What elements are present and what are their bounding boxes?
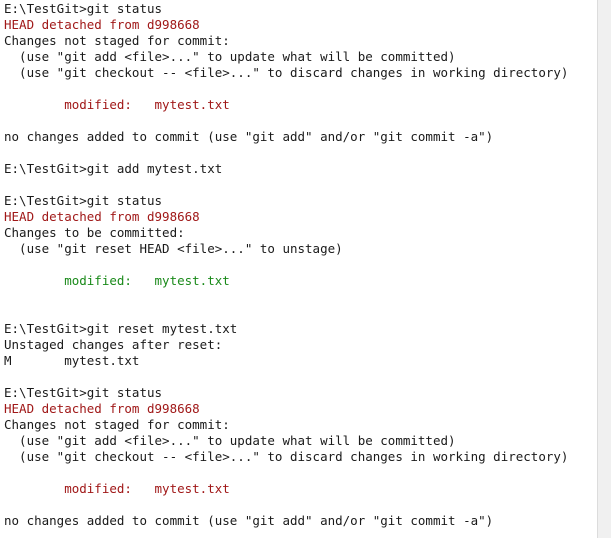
status-hint: (use "git reset HEAD <file>..." to unsta…: [4, 241, 343, 256]
status-heading: Changes to be committed:: [4, 225, 185, 240]
prompt-command: E:\TestGit>git status: [4, 193, 163, 208]
head-detached-line: HEAD detached from d998668: [4, 209, 200, 224]
prompt-command: E:\TestGit>git reset mytest.txt: [4, 321, 238, 336]
vertical-scrollbar[interactable]: [597, 0, 611, 538]
status-summary: no changes added to commit (use "git add…: [4, 129, 494, 144]
reset-file-line: M mytest.txt: [4, 353, 140, 368]
head-detached-line: HEAD detached from d998668: [4, 17, 200, 32]
status-hint: (use "git checkout -- <file>..." to disc…: [4, 449, 569, 464]
staged-file-line: modified: mytest.txt: [4, 273, 230, 288]
status-heading: Changes not staged for commit:: [4, 417, 230, 432]
modified-file-line: modified: mytest.txt: [4, 481, 230, 496]
head-detached-line: HEAD detached from d998668: [4, 401, 200, 416]
prompt-command: E:\TestGit>git status: [4, 1, 163, 16]
reset-heading: Unstaged changes after reset:: [4, 337, 223, 352]
prompt-command: E:\TestGit>git status: [4, 385, 163, 400]
modified-file-line: modified: mytest.txt: [4, 97, 230, 112]
prompt-command: E:\TestGit>git add mytest.txt: [4, 161, 223, 176]
terminal-window[interactable]: E:\TestGit>git status HEAD detached from…: [0, 0, 597, 538]
status-hint: (use "git add <file>..." to update what …: [4, 433, 456, 448]
status-summary: no changes added to commit (use "git add…: [4, 513, 494, 528]
status-hint: (use "git add <file>..." to update what …: [4, 49, 456, 64]
status-hint: (use "git checkout -- <file>..." to disc…: [4, 65, 569, 80]
status-heading: Changes not staged for commit:: [4, 33, 230, 48]
